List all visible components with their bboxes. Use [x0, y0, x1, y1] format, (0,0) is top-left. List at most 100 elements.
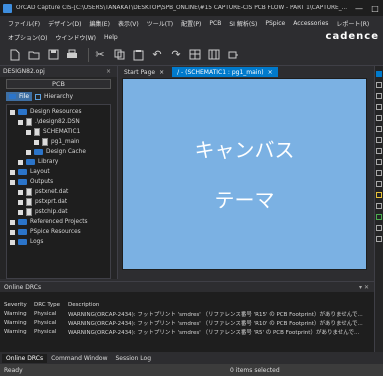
schematic-canvas[interactable]: キャンバス テーマ: [122, 78, 367, 270]
column-description[interactable]: Description: [68, 302, 374, 308]
off-page-icon[interactable]: [376, 159, 382, 165]
ellipse-icon[interactable]: [376, 214, 382, 220]
cut-icon[interactable]: ✂: [93, 48, 107, 62]
expand-icon[interactable]: [10, 109, 15, 115]
new-file-icon[interactable]: [8, 48, 22, 62]
tree-item[interactable]: Logs: [7, 237, 110, 247]
expand-icon[interactable]: [18, 159, 23, 165]
expand-icon[interactable]: [18, 119, 23, 125]
tree-item[interactable]: SCHEMATIC1: [7, 127, 110, 137]
open-folder-icon[interactable]: [27, 48, 41, 62]
drc-row[interactable]: Warning Physical WARNING(ORCAP-2434): フットプ…: [0, 327, 374, 336]
menu-item-0[interactable]: ファイル(F): [8, 19, 40, 28]
text-icon[interactable]: [376, 192, 382, 198]
tree-item[interactable]: Layout: [7, 167, 110, 177]
tree-item[interactable]: pstxnet.dat: [7, 187, 110, 197]
file-icon: [42, 138, 48, 146]
netlist-icon[interactable]: [188, 48, 202, 62]
folder-icon: [26, 159, 35, 165]
expand-icon[interactable]: [10, 169, 15, 175]
menu-item-1[interactable]: デザイン(D): [48, 19, 81, 28]
tab-file[interactable]: File: [6, 92, 33, 101]
project-tab[interactable]: DESIGN82.opj ×: [0, 66, 117, 77]
expand-icon[interactable]: [10, 239, 15, 245]
menu-item-4[interactable]: ツール(T): [147, 19, 173, 28]
bottom-tab[interactable]: Session Log: [111, 354, 155, 363]
tree-item[interactable]: pstchip.dat: [7, 207, 110, 217]
menu-item-5[interactable]: 配置(P): [181, 19, 201, 28]
close-icon[interactable]: ×: [268, 69, 273, 76]
expand-icon[interactable]: [10, 179, 15, 185]
menu-item-secondary-1[interactable]: ウインドウ(W): [55, 33, 96, 42]
expand-icon[interactable]: [18, 209, 23, 215]
polyline-icon[interactable]: [376, 236, 382, 242]
menu-item-2[interactable]: 編集(E): [89, 19, 109, 28]
paste-icon[interactable]: [131, 48, 145, 62]
document-tab[interactable]: / - (SCHEMATIC1 : pg1_main) ×: [172, 67, 278, 77]
drc-table-body: Warning Physical WARNING(ORCAP-2434): フットプ…: [0, 309, 374, 336]
print-icon[interactable]: [65, 48, 79, 62]
cell-description: WARNING(ORCAP-2434): フットプリント 'smdres' （リ…: [68, 311, 363, 318]
menu-item-3[interactable]: 表示(V): [118, 19, 139, 28]
place-part-icon[interactable]: [376, 82, 382, 88]
expand-icon[interactable]: [10, 219, 15, 225]
tree-item[interactable]: PSpice Resources: [7, 227, 110, 237]
undo-icon[interactable]: ↶: [150, 48, 164, 62]
column-drc-type[interactable]: DRC Type: [34, 302, 68, 308]
bottom-tab[interactable]: Online DRCs: [2, 353, 48, 363]
minimize-button[interactable]: —: [351, 4, 367, 13]
panel-controls[interactable]: ▾ ✕: [359, 284, 369, 291]
tree-item[interactable]: Design Resources: [7, 107, 110, 117]
bottom-tab[interactable]: Command Window: [47, 354, 111, 363]
place-bus-icon[interactable]: [376, 104, 382, 110]
menu-item-6[interactable]: PCB: [209, 20, 221, 27]
expand-icon[interactable]: [18, 189, 23, 195]
grid-icon[interactable]: [207, 48, 221, 62]
menu-item-9[interactable]: Accessories: [293, 20, 328, 27]
expand-icon[interactable]: [18, 199, 23, 205]
panel-title: PCB: [6, 79, 111, 89]
power-icon[interactable]: [376, 137, 382, 143]
toolbar-separator: [88, 47, 89, 62]
redo-icon[interactable]: ↷: [169, 48, 183, 62]
menu-item-10[interactable]: レポート(R): [336, 19, 369, 28]
rectangle-icon[interactable]: [376, 225, 382, 231]
select-tool-icon[interactable]: [376, 71, 382, 77]
port-icon[interactable]: [376, 181, 382, 187]
tree-item[interactable]: .\design82.DSN: [7, 117, 110, 127]
ground-icon[interactable]: [376, 148, 382, 154]
maximize-button[interactable]: □: [367, 4, 383, 13]
copy-icon[interactable]: [112, 48, 126, 62]
tree-item[interactable]: Referenced Projects: [7, 217, 110, 227]
menu-item-7[interactable]: SI 解析(S): [229, 19, 257, 28]
save-icon[interactable]: [46, 48, 60, 62]
close-icon[interactable]: ×: [106, 68, 111, 75]
close-icon[interactable]: ×: [159, 69, 164, 76]
menu-item-secondary-2[interactable]: Help: [104, 34, 118, 41]
expand-icon[interactable]: [34, 139, 39, 145]
drc-row[interactable]: Warning Physical WARNING(ORCAP-2434): フットプ…: [0, 309, 374, 318]
tab-hierarchy[interactable]: Hierarchy: [32, 92, 76, 101]
menu-item-secondary-0[interactable]: オプション(O): [8, 33, 47, 42]
place-wire-icon[interactable]: [376, 93, 382, 99]
expand-icon[interactable]: [26, 129, 31, 135]
menu-item-8[interactable]: PSpice: [265, 20, 285, 27]
net-alias-icon[interactable]: [376, 115, 382, 121]
tree-item[interactable]: Outputs: [7, 177, 110, 187]
drc-table-header: Severity DRC Type Description: [0, 300, 374, 309]
document-tab[interactable]: Start Page ×: [119, 67, 169, 77]
part-icon[interactable]: [226, 48, 240, 62]
drc-row[interactable]: Warning Physical WARNING(ORCAP-2434): フットプ…: [0, 318, 374, 327]
document-tabs: Start Page × / - (SCHEMATIC1 : pg1_main) ×: [119, 66, 383, 77]
expand-icon[interactable]: [10, 229, 15, 235]
line-icon[interactable]: [376, 203, 382, 209]
tree-item[interactable]: pstxprt.dat: [7, 197, 110, 207]
tree-item[interactable]: pg1_main: [7, 137, 110, 147]
expand-icon[interactable]: [26, 149, 31, 155]
no-connect-icon[interactable]: [376, 170, 382, 176]
tree-item[interactable]: Design Cache: [7, 147, 110, 157]
column-severity[interactable]: Severity: [4, 302, 34, 308]
junction-icon[interactable]: [376, 126, 382, 132]
folder-icon: [18, 239, 27, 245]
tree-item[interactable]: Library: [7, 157, 110, 167]
